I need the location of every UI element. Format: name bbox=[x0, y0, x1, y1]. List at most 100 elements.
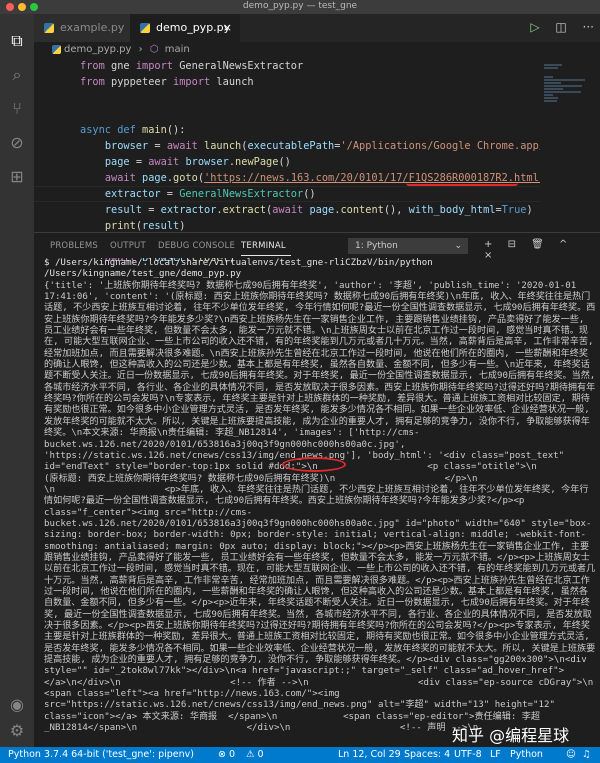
maximize-panel-icon[interactable]: ^ bbox=[559, 239, 567, 250]
tab-debug-console[interactable]: DEBUG CONSOLE bbox=[158, 241, 235, 251]
account-icon[interactable]: ◉ bbox=[6, 694, 28, 716]
code-line[interactable]: extractor = GeneralNewsExtractor() bbox=[34, 186, 316, 202]
code-token: import bbox=[135, 60, 174, 72]
search-icon[interactable]: ⌕ bbox=[6, 64, 28, 86]
activity-bar: ⧉ ⌕ ⑂ ⊘ ⊞ ◉ ⚙ bbox=[0, 14, 34, 747]
status-bar: Python 3.7.4 64-bit ('test_gne': pipenv)… bbox=[0, 747, 600, 763]
minimap-line bbox=[544, 100, 557, 102]
more-actions-icon[interactable]: ··· bbox=[583, 20, 594, 34]
code-token: extract bbox=[222, 204, 267, 216]
explorer-icon[interactable]: ⧉ bbox=[6, 30, 28, 52]
minimap[interactable] bbox=[540, 58, 600, 230]
code-token: () bbox=[278, 156, 291, 168]
terminal-result: {'title': '上班族你期待年终奖吗? 数据称七成90后拥有年终奖', '… bbox=[44, 280, 596, 734]
bell-icon[interactable]: ♫ bbox=[582, 747, 591, 763]
active-tab-indicator bbox=[241, 255, 291, 256]
code-line[interactable]: browser = await launch(executablePath='/… bbox=[34, 138, 582, 154]
watermark: 知乎 @编程星球 bbox=[452, 726, 570, 745]
code-token: from bbox=[80, 60, 105, 72]
code-text: page = await browser.newPage() bbox=[64, 154, 291, 170]
code-token: from bbox=[80, 76, 105, 88]
code-token: gne bbox=[104, 60, 136, 72]
tab-example-py[interactable]: example.py bbox=[34, 14, 130, 42]
code-line[interactable]: from pyppeteer import launch bbox=[34, 74, 254, 90]
warning-count[interactable]: ⚠ 0 bbox=[246, 747, 264, 763]
minimap-line bbox=[544, 64, 562, 66]
code-token: GeneralNewsExtractor bbox=[179, 188, 304, 200]
debug-icon[interactable]: ⊘ bbox=[6, 132, 28, 154]
code-token: def bbox=[117, 124, 136, 136]
python-interpreter[interactable]: Python 3.7.4 64-bit ('test_gne': pipenv) bbox=[8, 747, 194, 763]
code-token: (): bbox=[166, 124, 186, 136]
code-token: pyppeteer bbox=[104, 76, 174, 88]
code-token: with_body_html bbox=[408, 204, 496, 216]
cursor-position[interactable]: Ln 12, Col 29 bbox=[338, 747, 401, 763]
code-token: await bbox=[148, 156, 180, 168]
code-line[interactable]: from gne import GeneralNewsExtractor bbox=[34, 58, 303, 74]
python-file-icon bbox=[52, 45, 61, 54]
feedback-icon[interactable]: ☺ bbox=[566, 747, 576, 763]
encoding[interactable]: UTF-8 bbox=[454, 747, 482, 763]
code-token: print bbox=[104, 220, 136, 232]
tab-demo-pyp-py[interactable]: demo_pyp.py × bbox=[130, 14, 240, 42]
code-text: extractor = GeneralNewsExtractor() bbox=[64, 186, 316, 202]
code-line[interactable]: result = extractor.extract(await page.co… bbox=[34, 202, 533, 218]
close-tab-icon[interactable]: × bbox=[223, 14, 232, 42]
title-bar: demo_pyp.py — test_gne bbox=[0, 0, 600, 14]
new-terminal-icon[interactable]: + bbox=[484, 239, 492, 250]
terminal-select[interactable]: 1: Python ⌄ bbox=[348, 238, 468, 254]
code-token: = bbox=[142, 204, 161, 216]
indentation[interactable]: Spaces: 4 bbox=[404, 747, 450, 763]
tab-label: example.py bbox=[60, 21, 125, 34]
tab-problems[interactable]: PROBLEMS bbox=[50, 241, 98, 251]
code-token: result bbox=[142, 220, 180, 232]
code-text: result = extractor.extract(await page.co… bbox=[64, 202, 533, 218]
breadcrumb: demo_pyp.py › ⬡ main bbox=[34, 42, 600, 58]
code-token: browser bbox=[185, 156, 229, 168]
split-terminal-icon[interactable]: ⊟ bbox=[508, 239, 516, 250]
window-title: demo_pyp.py — test_gne bbox=[242, 1, 358, 11]
tab-label: demo_pyp.py bbox=[156, 21, 231, 34]
gear-icon[interactable]: ⚙ bbox=[6, 720, 28, 742]
breadcrumb-file[interactable]: demo_pyp.py bbox=[64, 44, 131, 55]
extensions-icon[interactable]: ⊞ bbox=[6, 166, 28, 188]
code-token: page bbox=[142, 172, 167, 184]
code-line[interactable]: await page.goto('https://news.163.com/20… bbox=[34, 170, 551, 186]
code-token: page bbox=[309, 204, 335, 216]
code-token: content bbox=[340, 204, 384, 216]
source-control-icon[interactable]: ⑂ bbox=[6, 98, 28, 120]
terminal-output[interactable]: $ /Users/kingname/.local/share/virtualen… bbox=[44, 258, 596, 744]
error-count[interactable]: ⊗ 0 bbox=[218, 747, 235, 763]
minimap-line bbox=[544, 67, 558, 69]
code-token: ) bbox=[526, 204, 533, 216]
code-line[interactable] bbox=[34, 106, 80, 122]
tab-terminal[interactable]: TERMINAL bbox=[241, 241, 286, 251]
tab-output[interactable]: OUTPUT bbox=[110, 241, 146, 251]
split-editor-icon[interactable]: ◫ bbox=[555, 20, 566, 34]
code-token: GeneralNewsExtractor bbox=[173, 60, 304, 72]
run-icon[interactable]: ▷ bbox=[530, 20, 539, 34]
chevron-right-icon: › bbox=[138, 44, 143, 55]
code-token: await bbox=[272, 204, 304, 216]
language-mode[interactable]: Python bbox=[510, 747, 543, 763]
trash-icon[interactable]: 🗑 bbox=[531, 239, 544, 250]
minimap-line bbox=[544, 85, 582, 87]
code-token: = bbox=[129, 156, 149, 168]
code-line[interactable]: async def main(): bbox=[34, 122, 185, 138]
code-token: extractor bbox=[104, 188, 161, 200]
code-line[interactable] bbox=[34, 90, 80, 106]
minimap-line bbox=[544, 82, 561, 84]
code-text: from pyppeteer import launch bbox=[64, 74, 254, 90]
breadcrumb-symbol[interactable]: main bbox=[165, 44, 190, 55]
code-token: launch bbox=[210, 76, 254, 88]
code-editor[interactable]: from gne import GeneralNewsExtractor from… bbox=[34, 58, 582, 264]
code-token: () bbox=[303, 188, 316, 200]
editor-tabs: example.py demo_pyp.py × ▷ ◫ ··· bbox=[34, 14, 600, 42]
line-ending[interactable]: LF bbox=[490, 747, 501, 763]
minimap-line bbox=[544, 94, 553, 96]
red-circle-annotation bbox=[282, 457, 346, 472]
minimap-line bbox=[544, 91, 581, 93]
code-line[interactable]: page = await browser.newPage() bbox=[34, 154, 291, 170]
